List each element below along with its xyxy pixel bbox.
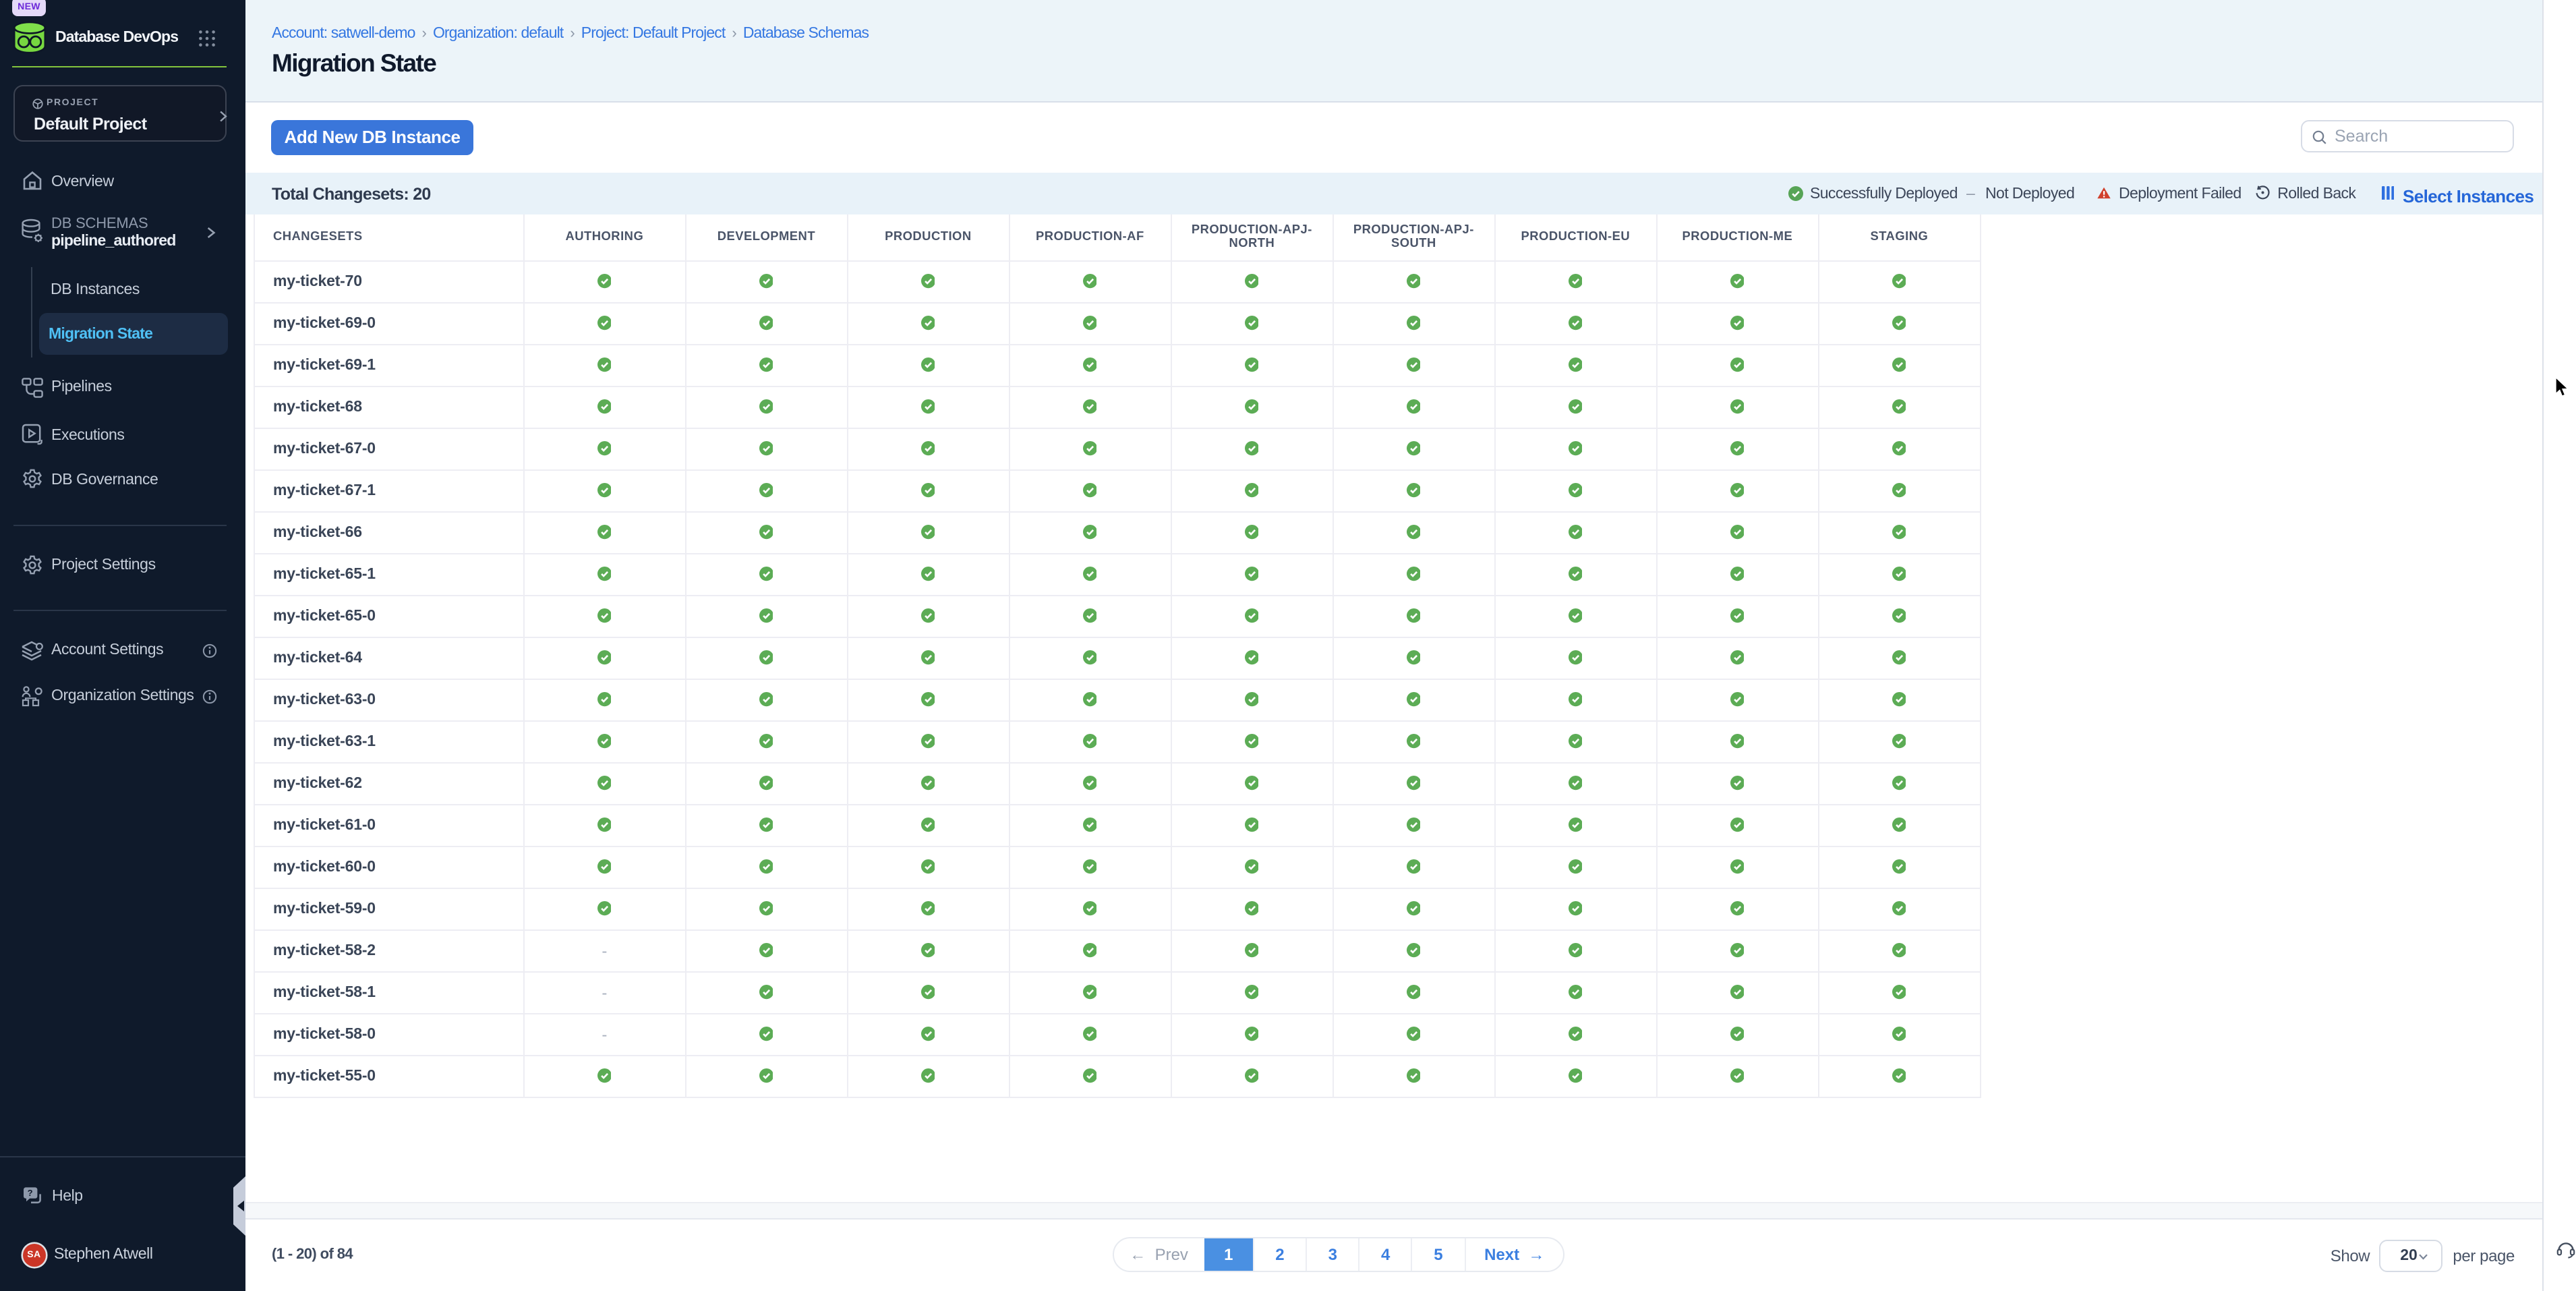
svg-text:?: ? xyxy=(28,1188,33,1198)
